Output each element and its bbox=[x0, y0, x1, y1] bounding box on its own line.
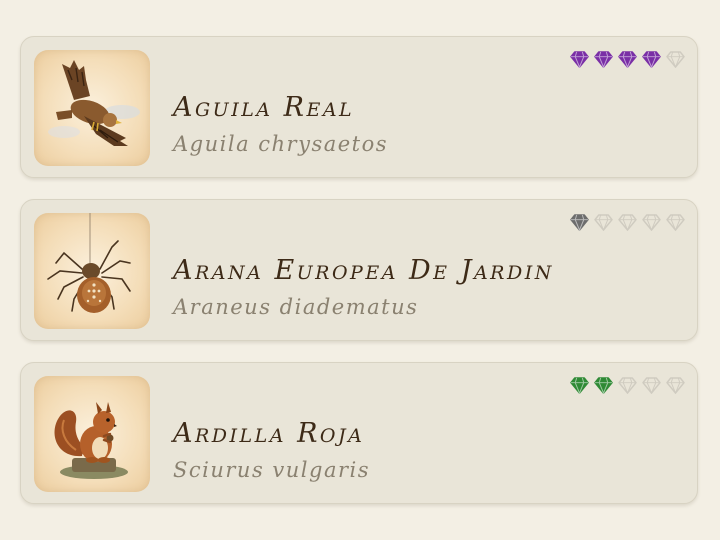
species-image-spider bbox=[34, 213, 150, 329]
gem-icon-empty bbox=[618, 377, 637, 394]
gem-icon-empty bbox=[666, 51, 685, 68]
species-scientific-name: Araneus diadematus bbox=[173, 295, 419, 319]
gem-icon-empty bbox=[666, 377, 685, 394]
gem-icon-filled bbox=[642, 51, 661, 68]
gem-icon-filled bbox=[594, 51, 613, 68]
spider-illustration bbox=[47, 213, 131, 313]
rating-gems bbox=[570, 51, 685, 68]
species-card[interactable]: Ardilla Roja Sciurus vulgaris bbox=[20, 362, 698, 504]
gem-icon-empty bbox=[666, 214, 685, 231]
gem-icon-filled bbox=[618, 51, 637, 68]
squirrel-illustration bbox=[54, 402, 128, 479]
species-card[interactable]: Arana Europea De Jardin Araneus diademat… bbox=[20, 199, 698, 341]
gem-icon-empty bbox=[642, 377, 661, 394]
species-scientific-name: Sciurus vulgaris bbox=[173, 458, 371, 482]
species-image-eagle bbox=[34, 50, 150, 166]
gem-icon-empty bbox=[642, 214, 661, 231]
species-scientific-name: Aguila chrysaetos bbox=[173, 132, 389, 156]
gem-icon-filled bbox=[570, 51, 589, 68]
species-common-name: Aguila Real bbox=[173, 92, 355, 123]
gem-icon-filled bbox=[594, 377, 613, 394]
gem-icon-empty bbox=[594, 214, 613, 231]
gem-icon-filled bbox=[570, 377, 589, 394]
rating-gems bbox=[570, 214, 685, 231]
species-image-squirrel bbox=[34, 376, 150, 492]
species-common-name: Ardilla Roja bbox=[173, 418, 365, 449]
species-card[interactable]: Aguila Real Aguila chrysaetos bbox=[20, 36, 698, 178]
species-common-name: Arana Europea De Jardin bbox=[173, 255, 554, 286]
rating-gems bbox=[570, 377, 685, 394]
gem-icon-filled bbox=[570, 214, 589, 231]
eagle-illustration bbox=[48, 60, 140, 146]
gem-icon-empty bbox=[618, 214, 637, 231]
